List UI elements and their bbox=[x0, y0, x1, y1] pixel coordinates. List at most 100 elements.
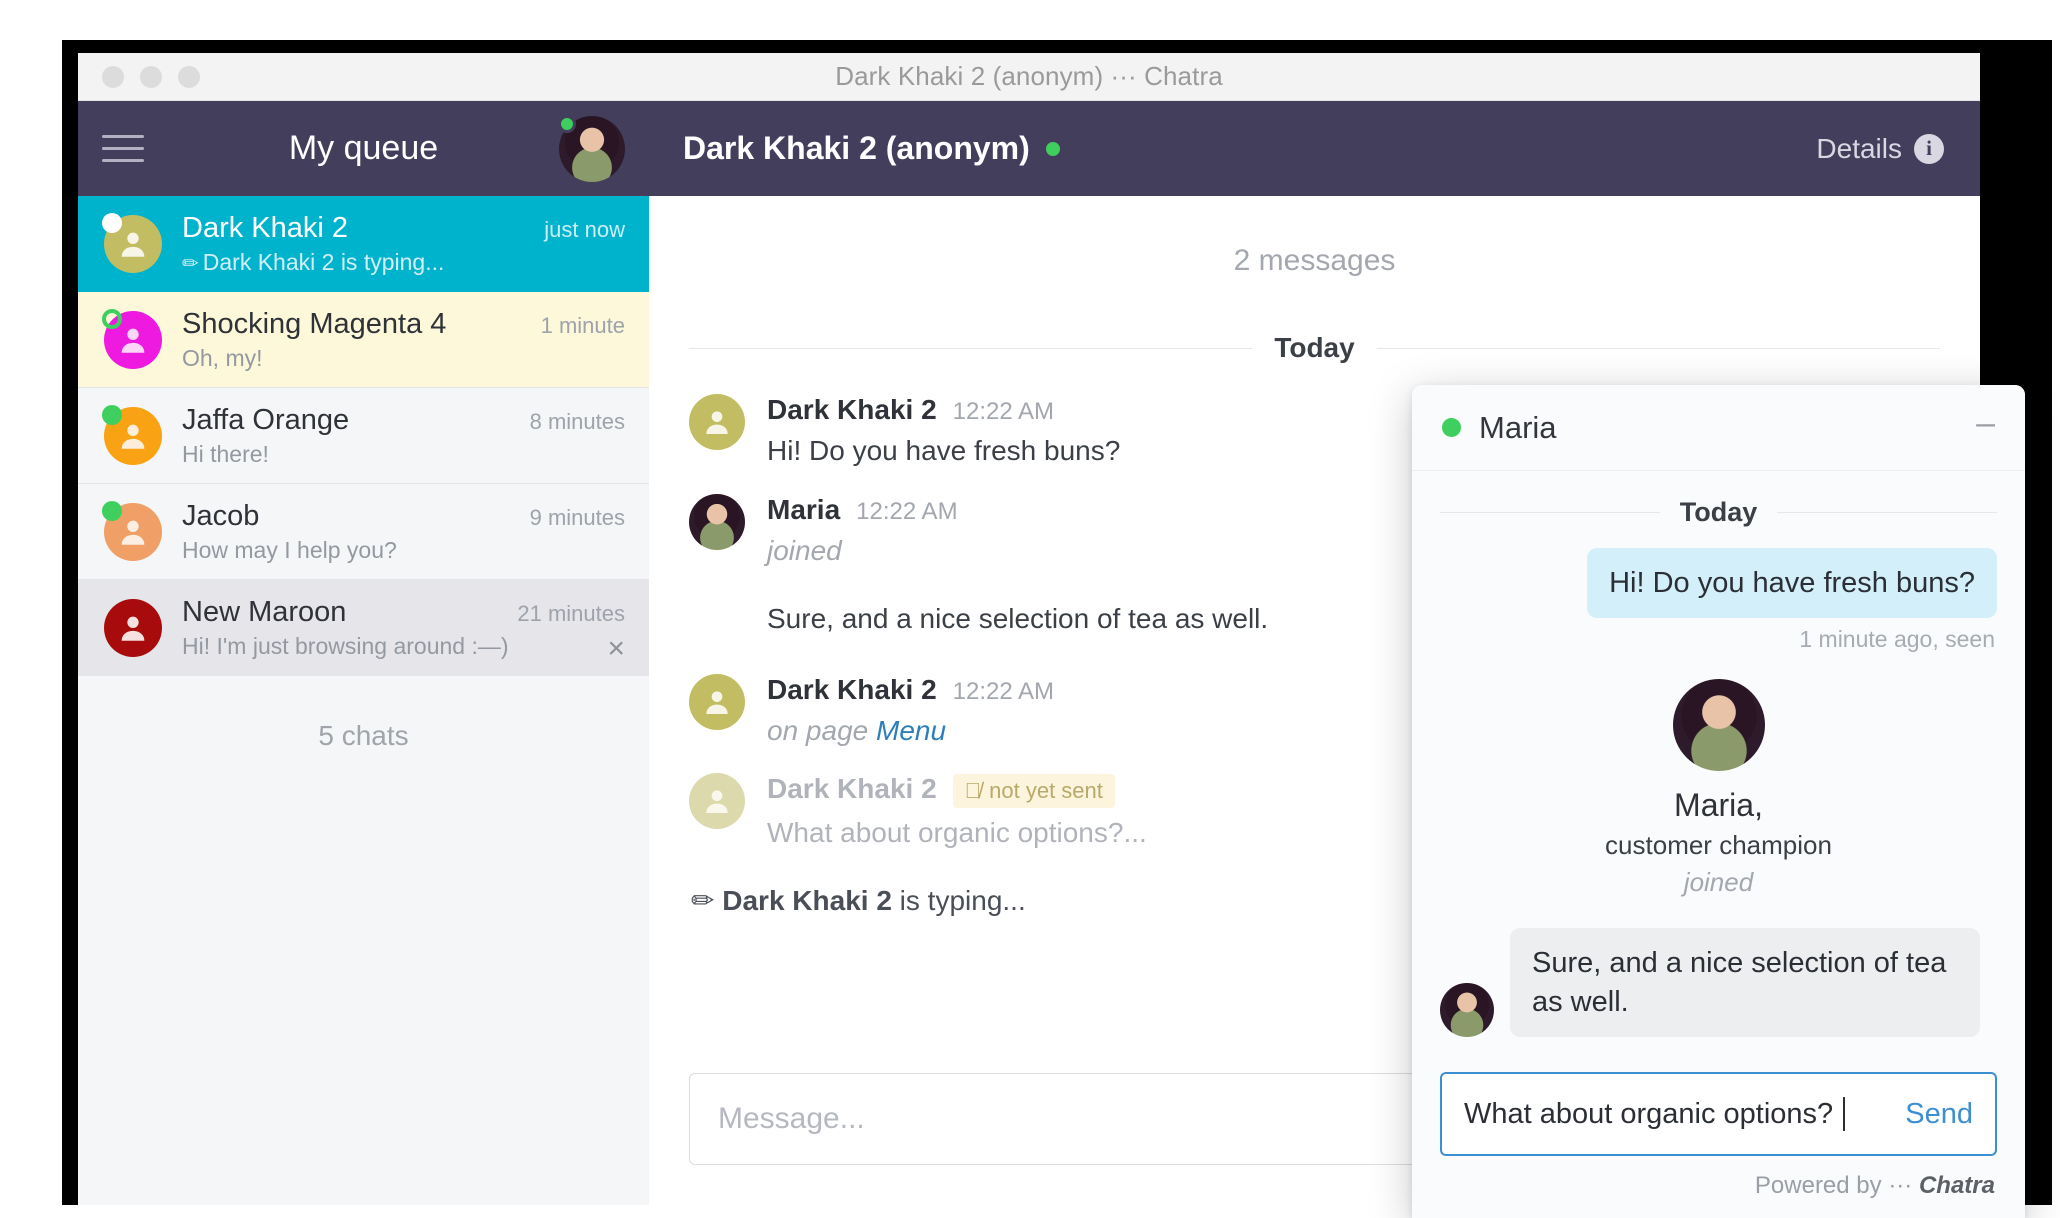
window-title: Dark Khaki 2 (anonym) ··· Chatra bbox=[835, 61, 1223, 91]
list-item-time: just now bbox=[544, 216, 625, 242]
footer-brand[interactable]: Chatra bbox=[1919, 1172, 1995, 1199]
list-item-body: Jacob 9 minutes How may I help you? bbox=[182, 500, 625, 564]
list-item-snippet: ✏ Dark Khaki 2 is typing... bbox=[182, 249, 625, 276]
info-icon: i bbox=[1914, 133, 1944, 164]
agent-intro-role: customer champion bbox=[1605, 830, 1832, 861]
avatar bbox=[102, 404, 162, 465]
sidebar-header: My queue bbox=[78, 101, 649, 196]
list-item-snippet: How may I help you? bbox=[182, 536, 397, 563]
list-item-body: Shocking Magenta 4 1 minute Oh, my! bbox=[182, 308, 625, 372]
page-title: Dark Khaki 2 (anonym) bbox=[683, 130, 1030, 166]
list-item[interactable]: New Maroon 21 minutes Hi! I'm just brows… bbox=[78, 580, 649, 676]
message-meta: 1 minute ago, seen bbox=[1799, 626, 1995, 653]
avatar bbox=[1672, 679, 1765, 772]
message-time: 12:22 AM bbox=[952, 677, 1055, 705]
typing-who: Dark Khaki 2 bbox=[722, 885, 892, 917]
person-icon bbox=[706, 411, 728, 434]
avatar bbox=[102, 212, 162, 273]
message-author: Dark Khaki 2 bbox=[767, 673, 937, 705]
separator-line-right bbox=[1777, 512, 1998, 513]
chat-list[interactable]: Dark Khaki 2 just now ✏ Dark Khaki 2 is t… bbox=[78, 196, 649, 676]
unread-badge bbox=[102, 212, 122, 233]
list-item-name: Jaffa Orange bbox=[182, 403, 350, 436]
conversation-header: Dark Khaki 2 (anonym) Details i bbox=[649, 101, 1980, 196]
message-time: 12:22 AM bbox=[856, 497, 958, 525]
day-separator-label: Today bbox=[1274, 332, 1355, 363]
widget-message-input[interactable]: What about organic options? Send bbox=[1440, 1072, 1997, 1156]
hamburger-icon[interactable] bbox=[102, 135, 144, 162]
list-item-body: Jaffa Orange 8 minutes Hi there! bbox=[182, 404, 625, 468]
page-link[interactable]: Menu bbox=[876, 715, 946, 746]
list-item[interactable]: Dark Khaki 2 just now ✏ Dark Khaki 2 is t… bbox=[78, 196, 649, 292]
screenshot-root: Dark Khaki 2 (anonym) ··· Chatra My queu… bbox=[0, 0, 2060, 1218]
chats-count-label: 5 chats bbox=[318, 720, 409, 751]
window-titlebar: Dark Khaki 2 (anonym) ··· Chatra bbox=[78, 53, 1980, 101]
list-item-time: 9 minutes bbox=[529, 504, 625, 530]
person-icon bbox=[706, 690, 728, 714]
list-item[interactable]: Jaffa Orange 8 minutes Hi there! bbox=[78, 388, 649, 484]
day-separator: Today bbox=[1440, 497, 1998, 528]
typing-suffix: is typing... bbox=[899, 885, 1026, 917]
message-author: Dark Khaki 2 bbox=[767, 394, 937, 425]
eye-slash-icon: 👁̸ bbox=[964, 778, 982, 804]
online-badge bbox=[102, 404, 122, 425]
avatar-spacer bbox=[689, 594, 745, 650]
widget-composer: What about organic options? Send bbox=[1412, 1072, 2025, 1156]
list-item-body: New Maroon 21 minutes Hi! I'm just brows… bbox=[182, 596, 625, 660]
separator-line-right bbox=[1376, 347, 1941, 349]
avatar bbox=[102, 308, 162, 369]
online-badge bbox=[102, 500, 122, 521]
details-label: Details bbox=[1816, 132, 1902, 164]
list-item-snippet: Hi there! bbox=[182, 440, 269, 467]
separator-line-left bbox=[1440, 512, 1660, 513]
day-separator: Today bbox=[689, 332, 1941, 364]
list-item-snippet-text: Dark Khaki 2 is typing... bbox=[202, 248, 445, 275]
send-button[interactable]: Send bbox=[1905, 1098, 1973, 1131]
avatar[interactable] bbox=[558, 114, 625, 182]
online-status-dot bbox=[1442, 418, 1461, 437]
list-item[interactable]: Shocking Magenta 4 1 minute Oh, my! bbox=[78, 292, 649, 388]
avatar bbox=[104, 598, 162, 657]
message-row-incoming: Sure, and a nice selection of tea as wel… bbox=[1440, 928, 1997, 1037]
list-item-name: Shocking Magenta 4 bbox=[182, 307, 447, 340]
sidebar: My queue Dark Khaki 2 just now ✏ Dark Kh… bbox=[78, 101, 649, 1205]
close-icon[interactable]: × bbox=[607, 633, 625, 664]
list-item-time: 8 minutes bbox=[529, 408, 625, 434]
message-count: 2 messages bbox=[1233, 244, 1396, 277]
status-badge: 👁̸ not yet sent bbox=[952, 774, 1115, 809]
message-author: Maria bbox=[767, 493, 841, 525]
list-item-body: Dark Khaki 2 just now ✏ Dark Khaki 2 is t… bbox=[182, 212, 625, 276]
message-bubble: Sure, and a nice selection of tea as wel… bbox=[1510, 928, 1980, 1037]
avatar bbox=[689, 493, 745, 550]
pencil-icon: ✏ bbox=[182, 252, 199, 275]
widget-agent-name: Maria bbox=[1479, 409, 1557, 445]
pencil-icon: ✏ bbox=[691, 885, 715, 917]
widget-header: Maria – bbox=[1412, 385, 2025, 471]
list-item-name: Dark Khaki 2 bbox=[182, 211, 349, 244]
list-item-snippet: Hi! I'm just browsing around :—) bbox=[182, 632, 509, 659]
message-bubble: Hi! Do you have fresh buns? bbox=[1587, 548, 1997, 619]
widget-message-list: Today Hi! Do you have fresh buns? 1 minu… bbox=[1412, 471, 2025, 1072]
presence-indicator bbox=[558, 114, 576, 133]
online-status-dot bbox=[1045, 141, 1060, 156]
list-item-time: 21 minutes bbox=[517, 600, 625, 626]
text-caret bbox=[1843, 1097, 1846, 1131]
agent-intro: Maria, customer champion joined bbox=[1440, 665, 1997, 908]
message-author: Dark Khaki 2 bbox=[767, 773, 937, 805]
separator-line-left bbox=[689, 347, 1253, 349]
list-item-snippet: Oh, my! bbox=[182, 344, 263, 371]
minimize-icon[interactable]: – bbox=[1976, 406, 1995, 450]
footer-prefix: Powered by ··· bbox=[1754, 1172, 1913, 1199]
widget-input-value: What about organic options? bbox=[1464, 1097, 1834, 1130]
online-badge bbox=[102, 308, 122, 329]
details-button[interactable]: Details i bbox=[1816, 133, 1944, 165]
avatar bbox=[689, 394, 745, 450]
message-time: 12:22 AM bbox=[952, 398, 1055, 425]
person-icon bbox=[104, 598, 162, 657]
list-item-name: Jacob bbox=[182, 499, 260, 532]
list-item[interactable]: Jacob 9 minutes How may I help you? bbox=[78, 484, 649, 580]
widget-footer: Powered by ··· Chatra bbox=[1412, 1156, 2025, 1218]
avatar bbox=[1440, 982, 1494, 1037]
page-prefix: on page bbox=[767, 714, 869, 746]
status-badge-label: not yet sent bbox=[989, 778, 1103, 804]
